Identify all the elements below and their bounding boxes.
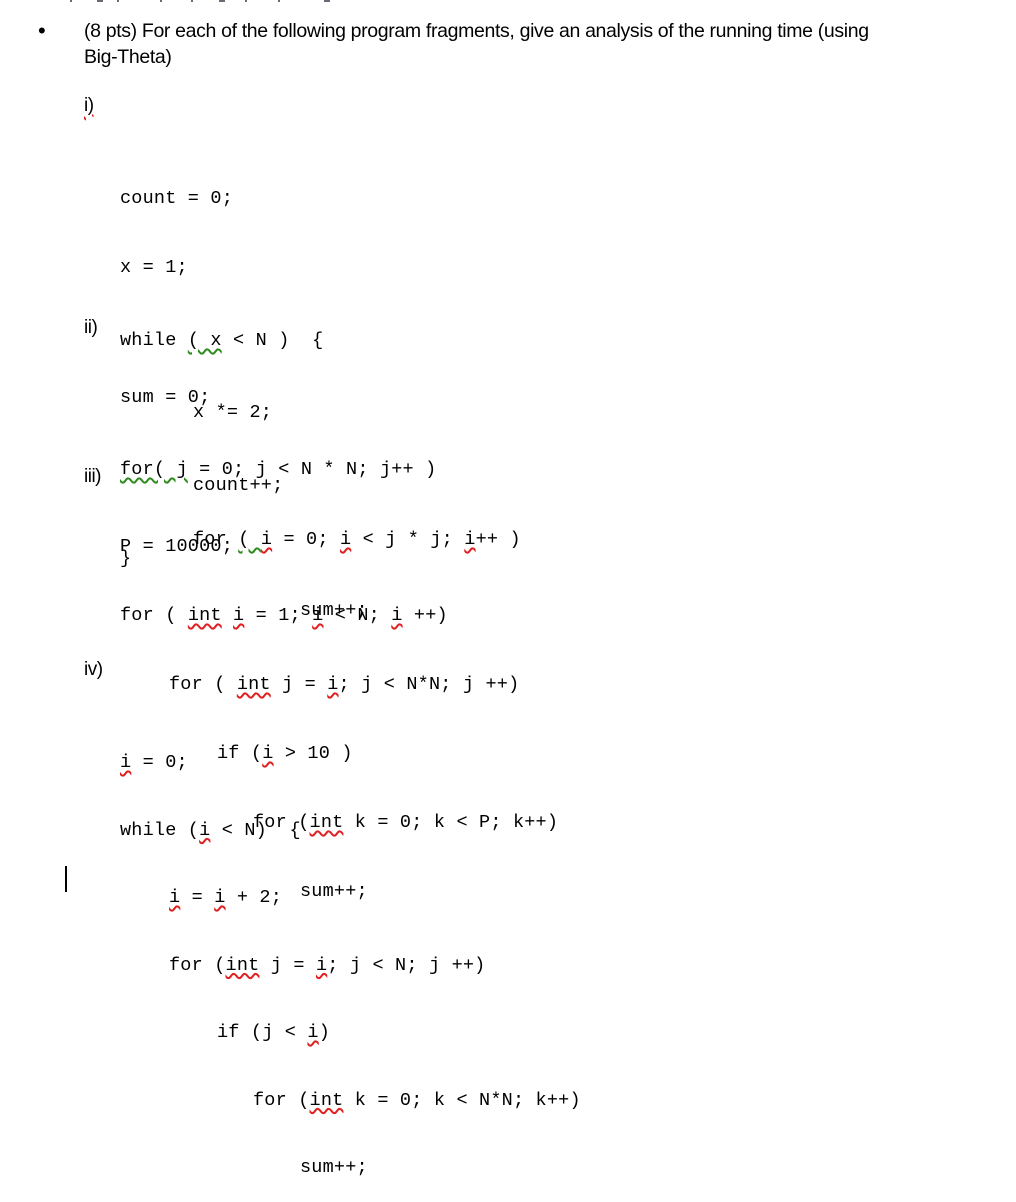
code-line: count = 0; (120, 188, 234, 209)
code-line: for ( int j = i; j < N*N; j ++) (169, 674, 520, 695)
section-label-i: i) (84, 95, 94, 116)
code-line: for (int k = 0; k < N*N; k++) (253, 1089, 581, 1111)
section-label-iii: iii) (84, 466, 102, 487)
code-line: i = i + 2; (169, 887, 283, 908)
spelling-flag[interactable]: i (327, 674, 338, 695)
code-line: if (j < i) (217, 1022, 331, 1043)
code-line: sum = 0; (120, 387, 211, 408)
section-label-ii: ii) (84, 317, 98, 338)
spelling-flag[interactable]: i (391, 605, 402, 626)
code-line: sum++; (300, 1157, 368, 1178)
spelling-flag[interactable]: i (214, 887, 225, 908)
spelling-flag[interactable]: i (233, 605, 244, 626)
list-bullet: • (38, 18, 46, 43)
spelling-flag[interactable]: int (310, 1090, 344, 1111)
spelling-flag[interactable]: i (307, 1022, 318, 1043)
grammar-flag[interactable]: for( j (120, 459, 188, 480)
code-line: for( j = 0; j < N * N; j++ ) (120, 459, 437, 480)
code-line: i = 0; (120, 752, 188, 773)
code-line: P = 10000; (120, 536, 234, 557)
spelling-flag[interactable]: int (226, 955, 260, 976)
section-label-iv: iv) (84, 659, 103, 680)
spelling-flag[interactable]: i (316, 955, 327, 976)
spelling-flag[interactable]: i (120, 752, 131, 773)
spelling-flag[interactable]: i (199, 820, 210, 841)
code-line: for ( int i = 1; i < N; i ++) (120, 605, 448, 626)
question-prompt[interactable]: (8 pts) For each of the following progra… (84, 18, 984, 70)
previous-line-remnant (0, 0, 1016, 3)
question-text-line-2: Big-Theta) (84, 46, 172, 68)
spelling-flag[interactable]: int (237, 674, 271, 695)
text-cursor (65, 866, 67, 892)
spelling-flag[interactable]: i (169, 887, 180, 908)
code-line: x = 1; (120, 257, 188, 278)
question-text-line-1: (8 pts) For each of the following progra… (84, 20, 869, 42)
code-line: for (int j = i; j < N; j ++) (169, 954, 486, 976)
code-fragment-iv[interactable]: i = 0; while (i < N) { i = i + 2; for (i… (120, 707, 581, 1202)
spelling-flag[interactable]: i (312, 605, 323, 626)
spelling-flag[interactable]: int (188, 605, 222, 626)
code-line: while (i < N) { (120, 819, 301, 841)
